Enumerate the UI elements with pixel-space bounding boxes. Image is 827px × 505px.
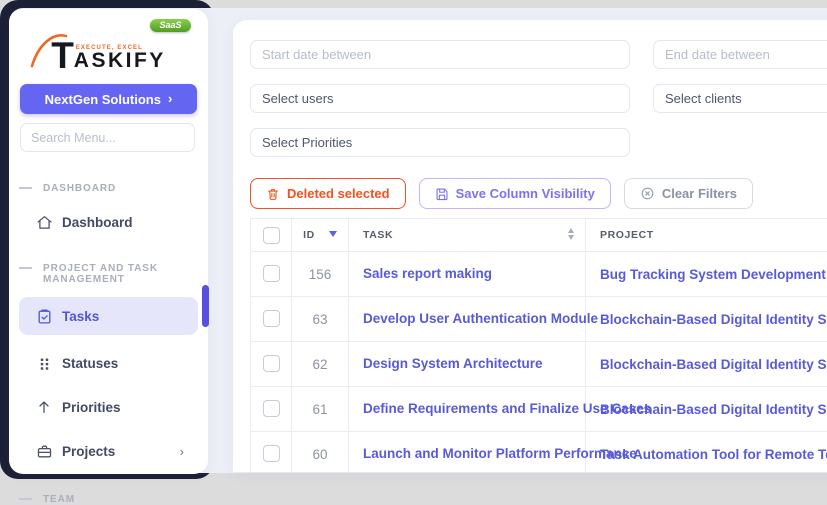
tasks-table: ID TASK PROJECT 156 Sales report making Bu…	[250, 218, 827, 472]
logo-wordmark: ASKIFY	[74, 52, 166, 71]
taskify-logo: T EXECUTE, EXCEL ASKIFY SaaS	[33, 27, 185, 71]
statuses-grid-icon	[35, 354, 53, 372]
sidebar-item-label: Projects	[62, 444, 115, 459]
project-link[interactable]: Blockchain-Based Digital Identity System	[600, 357, 827, 372]
project-link[interactable]: Blockchain-Based Digital Identity System	[600, 312, 827, 327]
section-label-dashboard: DASHBOARD	[43, 183, 208, 194]
taskify-app-screenshot: { "brand": { "tagline": "EXECUTE, EXCEL"…	[0, 0, 827, 487]
section-label-project-management: PROJECT AND TASK MANAGEMENT	[43, 263, 208, 285]
row-checkbox[interactable]	[263, 400, 280, 417]
column-header-project[interactable]: PROJECT	[586, 219, 827, 252]
row-checkbox[interactable]	[263, 265, 280, 282]
table-header-row: ID TASK PROJECT	[251, 219, 827, 252]
menu-search-input[interactable]	[20, 123, 195, 152]
main-content-card: Start date between End date between Sele…	[233, 20, 827, 472]
logo-right-block: EXECUTE, EXCEL ASKIFY	[74, 45, 166, 71]
save-column-visibility-label: Save Column Visibility	[456, 186, 595, 201]
task-link[interactable]: Sales report making	[363, 266, 492, 281]
project-link[interactable]: Blockchain-Based Digital Identity System	[600, 402, 827, 417]
task-link[interactable]: Launch and Monitor Platform Performance	[363, 446, 637, 461]
task-link[interactable]: Develop User Authentication Module	[363, 311, 598, 326]
sort-both-icon	[568, 228, 574, 240]
briefcase-icon	[35, 442, 53, 460]
tasks-icon	[35, 307, 53, 325]
select-users-filter[interactable]: Select users	[250, 84, 630, 113]
table-row: 62 Design System Architecture Blockchain-B…	[251, 342, 827, 387]
home-icon	[35, 213, 53, 231]
sidebar-item-label: Priorities	[62, 400, 121, 415]
sidebar: T EXECUTE, EXCEL ASKIFY SaaS NextGen Sol…	[9, 9, 208, 474]
active-item-indicator	[202, 285, 209, 327]
table-row: 156 Sales report making Bug Tracking Syste…	[251, 252, 827, 297]
sidebar-item-dashboard[interactable]: Dashboard	[19, 206, 198, 238]
save-icon	[435, 187, 449, 201]
save-column-visibility-button[interactable]: Save Column Visibility	[419, 178, 611, 209]
filter-bar: Start date between End date between Sele…	[250, 40, 827, 157]
row-checkbox[interactable]	[263, 310, 280, 327]
end-date-filter[interactable]: End date between	[653, 40, 827, 69]
sidebar-item-priorities[interactable]: Priorities	[19, 391, 198, 423]
table-actions-row: Deleted selected Save Column Visibility …	[250, 178, 827, 209]
column-header-id-label: ID	[303, 229, 315, 241]
delete-selected-button[interactable]: Deleted selected	[250, 178, 406, 209]
table-row: 60 Launch and Monitor Platform Performanc…	[251, 432, 827, 473]
sidebar-item-label: Tasks	[62, 309, 99, 324]
select-priorities-filter[interactable]: Select Priorities	[250, 128, 630, 157]
sidebar-item-projects[interactable]: Projects ›	[19, 435, 198, 467]
saas-badge: SaaS	[150, 19, 190, 32]
clear-filters-label: Clear Filters	[662, 186, 737, 201]
row-checkbox[interactable]	[263, 355, 280, 372]
task-id-cell: 63	[292, 297, 349, 342]
trash-icon	[266, 187, 280, 201]
task-id-cell: 61	[292, 387, 349, 432]
delete-selected-label: Deleted selected	[287, 186, 390, 201]
select-all-checkbox[interactable]	[263, 227, 280, 244]
select-clients-filter[interactable]: Select clients	[653, 84, 827, 113]
task-table-body: 156 Sales report making Bug Tracking Syste…	[251, 252, 827, 473]
workspace-button[interactable]: NextGen Solutions ›	[20, 84, 197, 114]
sidebar-item-label: Statuses	[62, 356, 118, 371]
logo-letter-t: T	[51, 41, 73, 71]
column-header-id[interactable]: ID	[292, 219, 349, 252]
table-row: 63 Develop User Authentication ModuleBloc…	[251, 297, 827, 342]
project-link[interactable]: Bug Tracking System Development	[600, 267, 826, 282]
sidebar-item-statuses[interactable]: Statuses	[19, 347, 198, 379]
task-id-cell: 156	[292, 252, 349, 297]
clear-filters-button[interactable]: Clear Filters	[624, 178, 753, 209]
column-header-task-label: TASK	[363, 229, 393, 241]
column-header-task[interactable]: TASK	[349, 219, 586, 252]
chevron-right-icon: ›	[180, 444, 184, 459]
task-id-cell: 62	[292, 342, 349, 387]
sidebar-item-tasks[interactable]: Tasks	[19, 297, 198, 335]
start-date-filter[interactable]: Start date between	[250, 40, 630, 69]
row-checkbox[interactable]	[263, 445, 280, 462]
sidebar-item-label: Dashboard	[62, 215, 133, 230]
section-label-team: TEAM	[43, 494, 208, 505]
arrow-up-icon	[35, 398, 53, 416]
task-id-cell: 60	[292, 432, 349, 473]
column-header-project-label: PROJECT	[600, 229, 654, 241]
task-link[interactable]: Design System Architecture	[363, 356, 543, 371]
chevron-right-icon: ›	[168, 91, 172, 106]
circle-x-icon	[640, 186, 655, 201]
sort-descending-icon	[329, 231, 337, 237]
project-link[interactable]: Task Automation Tool for Remote Teams	[600, 447, 827, 462]
table-row: 61Define Requirements and Finalize Use C…	[251, 387, 827, 432]
workspace-button-label: NextGen Solutions	[45, 92, 161, 107]
